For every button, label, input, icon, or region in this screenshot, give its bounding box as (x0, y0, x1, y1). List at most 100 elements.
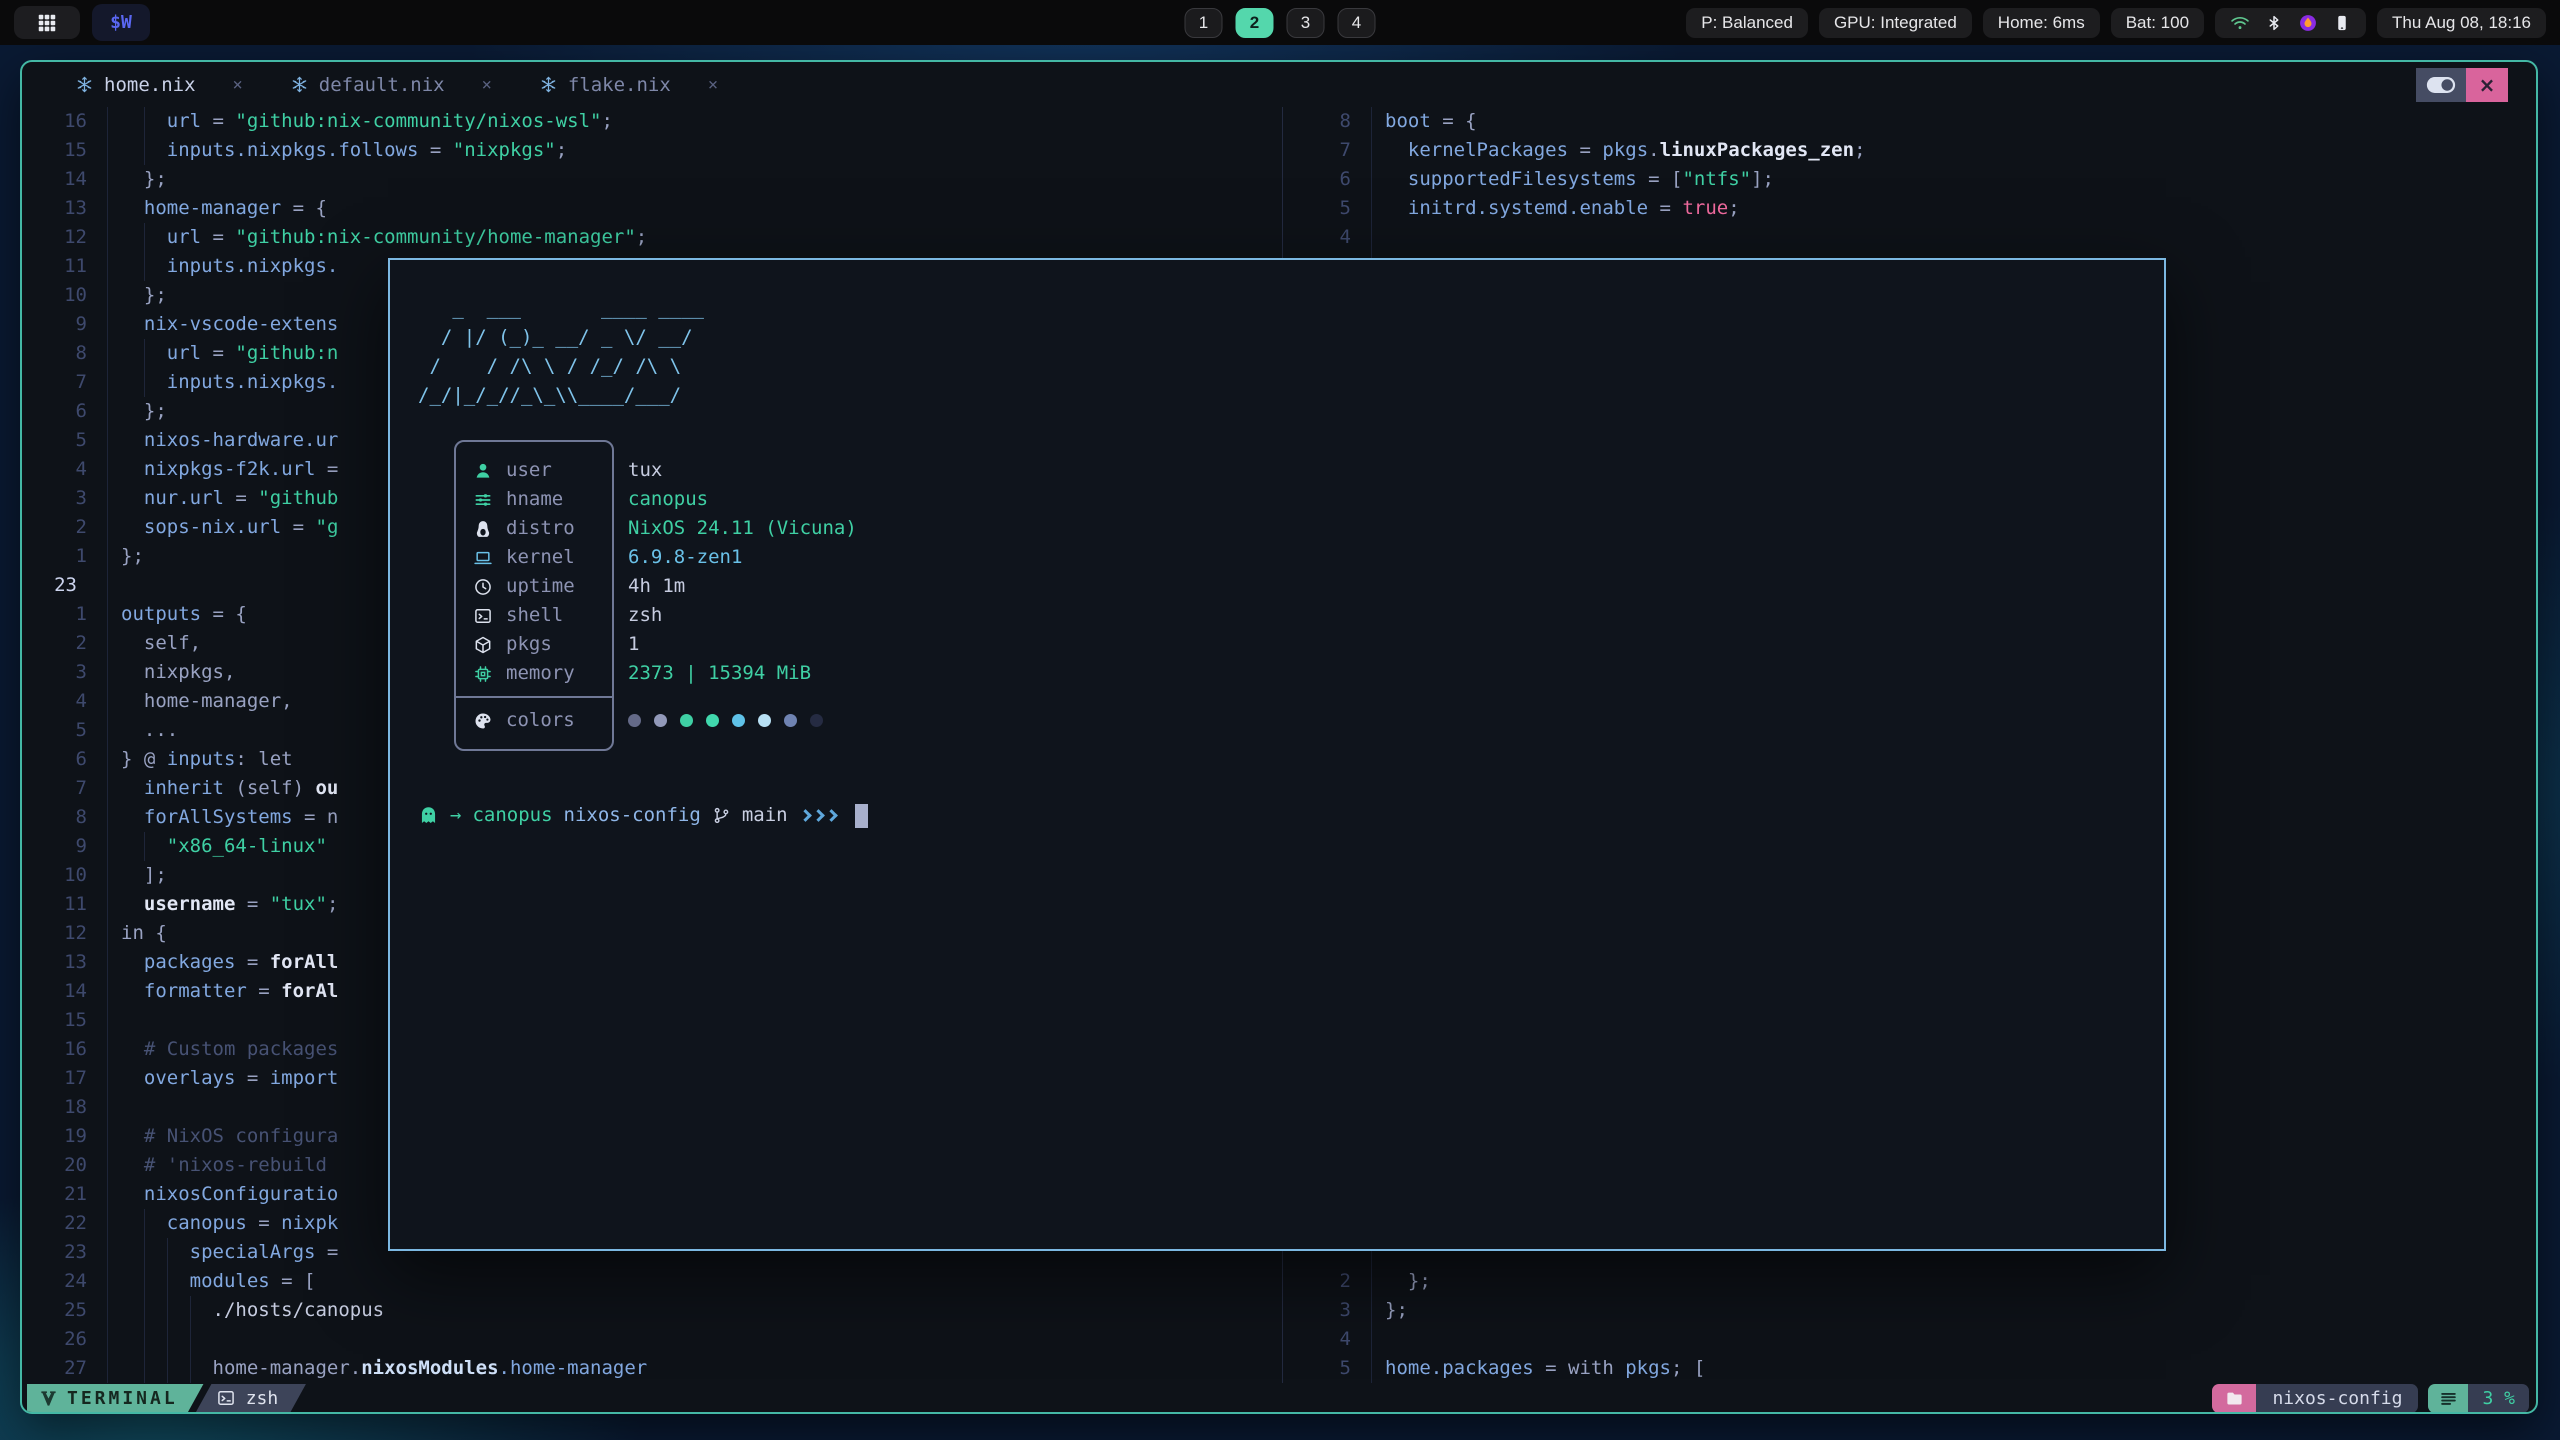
indent-guide (144, 1209, 145, 1238)
line-number: 10 (22, 281, 107, 310)
shell-prompt[interactable]: → canopus nixos-config main (418, 801, 2136, 830)
wezterm-button[interactable]: $W (92, 4, 150, 41)
line-number: 3 (22, 658, 107, 687)
color-dot (810, 714, 823, 727)
tab-close-icon[interactable]: × (708, 75, 718, 95)
fetch-value: 6.9.8-zen1 (628, 543, 857, 572)
system-tray[interactable] (2215, 8, 2366, 38)
tab-home.nix[interactable]: home.nix× (52, 74, 267, 96)
chip-icon (473, 664, 493, 684)
code-text (1371, 1325, 2536, 1354)
snowflake-icon (76, 76, 93, 93)
launcher-button[interactable] (14, 6, 80, 39)
tab-label: default.nix (319, 74, 445, 96)
line-number: 14 (22, 165, 107, 194)
window-close-button[interactable]: × (2466, 68, 2508, 102)
workspace-switcher: 1234 (1185, 8, 1376, 38)
line-number: 20 (22, 1151, 107, 1180)
indent-guide (144, 107, 145, 136)
line-number: 4 (22, 687, 107, 716)
indent-guide (144, 1325, 145, 1354)
color-dot (654, 714, 667, 727)
line-number: 4 (1283, 1325, 1371, 1354)
clock-icon (473, 577, 493, 597)
code-text: home-manager.nixosModules.home-manager (107, 1354, 1282, 1383)
line-number: 15 (22, 136, 107, 165)
code-line: 16 url = "github:nix-community/nixos-wsl… (22, 107, 1282, 136)
line-number: 8 (22, 803, 107, 832)
code-text (107, 1325, 1282, 1354)
phone-icon[interactable] (2333, 14, 2351, 32)
line-number: 25 (22, 1296, 107, 1325)
line-number: 6 (22, 745, 107, 774)
code-line: 15 inputs.nixpkgs.follows = "nixpkgs"; (22, 136, 1282, 165)
workspace-button-4[interactable]: 4 (1338, 8, 1376, 38)
snowflake-icon (291, 76, 308, 93)
tab-default.nix[interactable]: default.nix × (267, 74, 516, 96)
line-number: 23 (22, 571, 107, 600)
fetch-label: pkgs (506, 630, 552, 659)
indent-guide (167, 1267, 168, 1296)
indent-guide (190, 1325, 191, 1354)
code-line: 12 url = "github:nix-community/home-mana… (22, 223, 1282, 252)
code-line: 5 initrd.systemd.enable = true; (1283, 194, 2536, 223)
fetch-label: kernel (506, 543, 575, 572)
line-number: 21 (22, 1180, 107, 1209)
line-number: 9 (22, 310, 107, 339)
fetch-label-row: kernel (456, 543, 612, 572)
fetch-value: tux (628, 456, 857, 485)
status-pill: P: Balanced (1686, 8, 1808, 38)
line-number: 5 (1283, 1354, 1371, 1383)
fetch-value: canopus (628, 485, 857, 514)
code-text: ./hosts/canopus (107, 1296, 1282, 1325)
launcher-grid-icon (36, 12, 58, 34)
color-dot (758, 714, 771, 727)
fetch-label-row: colors (456, 706, 612, 735)
package-icon (473, 635, 493, 655)
status-pill-group: P: BalancedGPU: IntegratedHome: 6msBat: … (1686, 8, 2204, 38)
palette-icon (473, 711, 493, 731)
code-line: 8boot = { (1283, 107, 2536, 136)
code-text: }; (1371, 1267, 2536, 1296)
line-number: 3 (1283, 1296, 1371, 1325)
clock[interactable]: Thu Aug 08, 18:16 (2377, 8, 2546, 38)
line-number: 23 (22, 1238, 107, 1267)
line-number: 6 (1283, 165, 1371, 194)
workspace-button-1[interactable]: 1 (1185, 8, 1223, 38)
scroll-cluster: 3 % (2428, 1384, 2529, 1413)
code-line: 5home.packages = with pkgs; [ (1283, 1354, 2536, 1383)
directory-cluster: nixos-config (2212, 1384, 2418, 1413)
indent-guide (144, 368, 145, 397)
line-number: 16 (22, 1035, 107, 1064)
line-number: 10 (22, 861, 107, 890)
line-number: 16 (22, 107, 107, 136)
floating-terminal[interactable]: _ ___ ____ ____ / |/ (_)_ __/ _ \/ __/ /… (388, 258, 2166, 1251)
terminal-icon (473, 606, 493, 626)
code-line: 2 }; (1283, 1267, 2536, 1296)
tab-flake.nix[interactable]: flake.nix× (516, 74, 742, 96)
fetch-label: uptime (506, 572, 575, 601)
line-number: 27 (22, 1354, 107, 1383)
indent-guide (144, 136, 145, 165)
color-profile-icon[interactable] (2298, 13, 2318, 33)
fetch-label: user (506, 456, 552, 485)
line-number: 2 (22, 513, 107, 542)
status-pill: GPU: Integrated (1819, 8, 1972, 38)
workspace-button-3[interactable]: 3 (1287, 8, 1325, 38)
line-number: 12 (22, 919, 107, 948)
code-text: url = "github:nix-community/nixos-wsl"; (107, 107, 1282, 136)
workspace-button-2[interactable]: 2 (1236, 8, 1274, 38)
snowflake-icon (540, 76, 557, 93)
toggle-button[interactable] (2416, 68, 2466, 102)
bluetooth-icon[interactable] (2265, 14, 2283, 32)
tab-close-icon[interactable]: × (233, 75, 243, 95)
laptop-icon (473, 548, 493, 568)
ghost-icon (418, 805, 439, 826)
tab-close-icon[interactable]: × (482, 75, 492, 95)
code-line: 27 home-manager.nixosModules.home-manage… (22, 1354, 1282, 1383)
code-text: boot = { (1371, 107, 2536, 136)
git-branch-icon (712, 806, 731, 825)
tab-list: home.nix×default.nix×flake.nix× (52, 74, 742, 96)
line-number: 5 (22, 426, 107, 455)
wifi-icon[interactable] (2230, 13, 2250, 33)
